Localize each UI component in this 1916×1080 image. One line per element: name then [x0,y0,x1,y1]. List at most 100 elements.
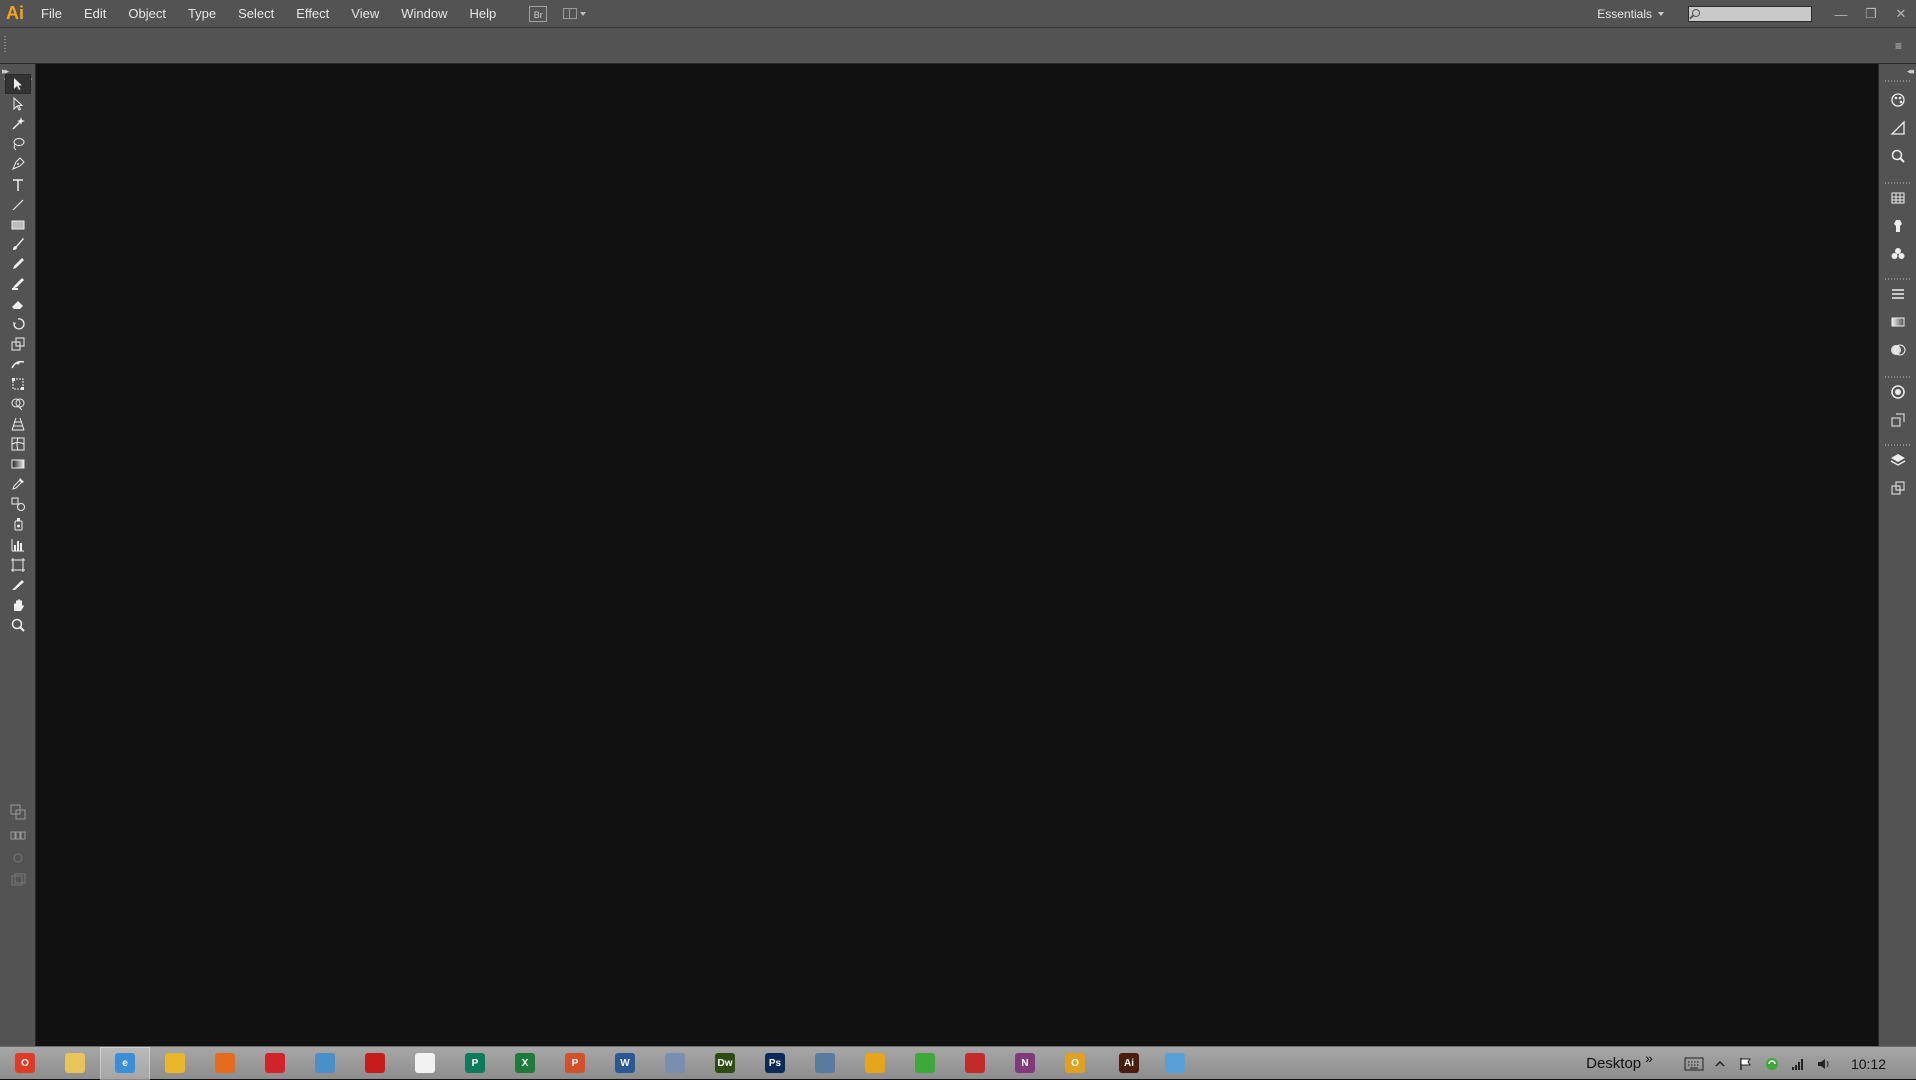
slice-tool-button[interactable] [5,575,31,595]
remote-desktop-taskbar-button[interactable] [300,1047,350,1080]
blob-brush-tool-button[interactable] [5,274,31,294]
desktop-toolbar-chevron[interactable]: » [1645,1050,1653,1066]
network-signal-icon[interactable] [1785,1047,1811,1080]
symbols-panel-button[interactable] [1889,245,1907,263]
shape-builder-tool-button[interactable] [5,394,31,414]
width-tool-button[interactable] [5,354,31,374]
action-center-flag-icon[interactable] [1733,1047,1759,1080]
rotate-tool-button[interactable] [5,314,31,334]
selection-tool-button[interactable] [5,74,31,94]
sync-icon[interactable] [1759,1047,1785,1080]
column-graph-tool-button[interactable] [5,535,31,555]
menu-file[interactable]: File [30,0,73,28]
outlook-taskbar-button[interactable]: O [1050,1047,1100,1080]
change-screen-mode-icon[interactable] [5,870,31,890]
magic-wand-tool-button[interactable] [5,114,31,134]
illustrator-taskbar-taskbar-button[interactable]: Ai [1106,1047,1152,1080]
onenote-taskbar-button[interactable]: N [1000,1047,1050,1080]
color-panel-button[interactable] [1889,91,1907,109]
direct-selection-tool-button[interactable] [5,94,31,114]
taskbar-clock[interactable]: 10:12 [1851,1056,1886,1072]
free-transform-tool-button[interactable] [5,374,31,394]
evernote-taskbar-button[interactable] [900,1047,950,1080]
transparency-panel-button[interactable] [1889,341,1907,359]
hand-tool-button[interactable] [5,595,31,615]
illustrator-logo[interactable]: Ai [0,0,30,28]
paintbrush-tool-button[interactable] [5,234,31,254]
color-guide-panel-button[interactable] [1889,119,1907,137]
restore-button[interactable]: ❐ [1856,4,1886,24]
excel-taskbar-button[interactable]: X [500,1047,550,1080]
draw-modes-icon[interactable] [5,826,31,846]
panel-group-grip[interactable] [1885,80,1911,82]
artboard-tool-button[interactable] [5,555,31,575]
eyedropper-tool-button[interactable] [5,474,31,494]
bridge-button[interactable]: Br [529,5,548,22]
symbol-sprayer-tool-button[interactable] [5,514,31,534]
perspective-grid-tool-button[interactable] [5,414,31,434]
expand-panels-icon[interactable]: ◂◂ [1907,66,1914,77]
control-panel-taskbar-button[interactable] [1152,1047,1198,1080]
internet-explorer-taskbar-button[interactable]: e [100,1046,150,1080]
panel-group-grip[interactable] [1885,182,1911,184]
line-segment-tool-button[interactable] [5,195,31,215]
pen-tool-button[interactable] [5,154,31,174]
fill-stroke-swatches-icon[interactable] [5,802,31,822]
publisher-taskbar-button[interactable]: P [450,1047,500,1080]
help-search-input[interactable] [1689,10,1811,24]
control-bar-grip[interactable] [4,36,6,54]
mesh-tool-button[interactable] [5,434,31,454]
pencil-tool-button[interactable] [5,254,31,274]
minimize-button[interactable]: — [1826,4,1856,24]
acrobat-reader-taskbar-button[interactable] [400,1047,450,1080]
menu-edit[interactable]: Edit [73,0,117,28]
close-button[interactable]: ✕ [1886,4,1916,24]
menu-window[interactable]: Window [390,0,458,28]
desktop-toolbar-label[interactable]: Desktop [1586,1055,1641,1072]
layers-panel-button[interactable] [1889,451,1907,469]
powerpoint-taskbar-button[interactable]: P [550,1047,600,1080]
eraser-tool-button[interactable] [5,294,31,314]
artboards-panel-button[interactable] [1889,479,1907,497]
document-canvas[interactable] [36,64,1878,1046]
volume-icon[interactable] [1811,1047,1837,1080]
creative-cloud-taskbar-button[interactable] [250,1047,300,1080]
photoshop-taskbar-button[interactable]: Ps [750,1047,800,1080]
file-explorer-taskbar-button[interactable] [50,1047,100,1080]
stroke-panel-button[interactable] [1889,285,1907,303]
scale-tool-button[interactable] [5,334,31,354]
pdf-tool-taskbar-button[interactable] [950,1047,1000,1080]
blend-tool-button[interactable] [5,494,31,514]
zoom-tool-button[interactable] [5,615,31,635]
library-taskbar-button[interactable] [850,1047,900,1080]
menu-object[interactable]: Object [117,0,177,28]
chrome-taskbar-button[interactable] [150,1047,200,1080]
word-taskbar-button[interactable]: W [600,1047,650,1080]
screen-mode-icon[interactable] [5,848,31,868]
rectangle-tool-button[interactable] [5,215,31,235]
css-properties-panel-button[interactable] [1889,147,1907,165]
gradient-tool-button[interactable] [5,454,31,474]
acrobat-taskbar-button[interactable] [350,1047,400,1080]
swatches-panel-button[interactable] [1889,189,1907,207]
lasso-tool-button[interactable] [5,134,31,154]
menu-select[interactable]: Select [227,0,285,28]
panel-group-grip[interactable] [1885,278,1911,280]
menu-help[interactable]: Help [458,0,507,28]
arrange-documents-button[interactable] [563,8,587,19]
network-taskbar-button[interactable] [800,1047,850,1080]
keyboard-icon[interactable] [1681,1047,1707,1080]
panel-group-grip[interactable] [1885,376,1911,378]
office-app-taskbar-button[interactable]: O [0,1047,50,1080]
dreamweaver-taskbar-button[interactable]: Dw [700,1047,750,1080]
appearance-panel-button[interactable] [1889,383,1907,401]
show-hidden-icons-icon[interactable] [1707,1047,1733,1080]
infopath-taskbar-button[interactable] [650,1047,700,1080]
graphic-styles-panel-button[interactable] [1889,411,1907,429]
menu-view[interactable]: View [340,0,390,28]
menu-type[interactable]: Type [177,0,227,28]
type-tool-button[interactable] [5,175,31,195]
firefox-taskbar-button[interactable] [200,1047,250,1080]
control-bar-menu-icon[interactable]: ≡ [1895,39,1902,53]
gradient-panel-button[interactable] [1889,313,1907,331]
